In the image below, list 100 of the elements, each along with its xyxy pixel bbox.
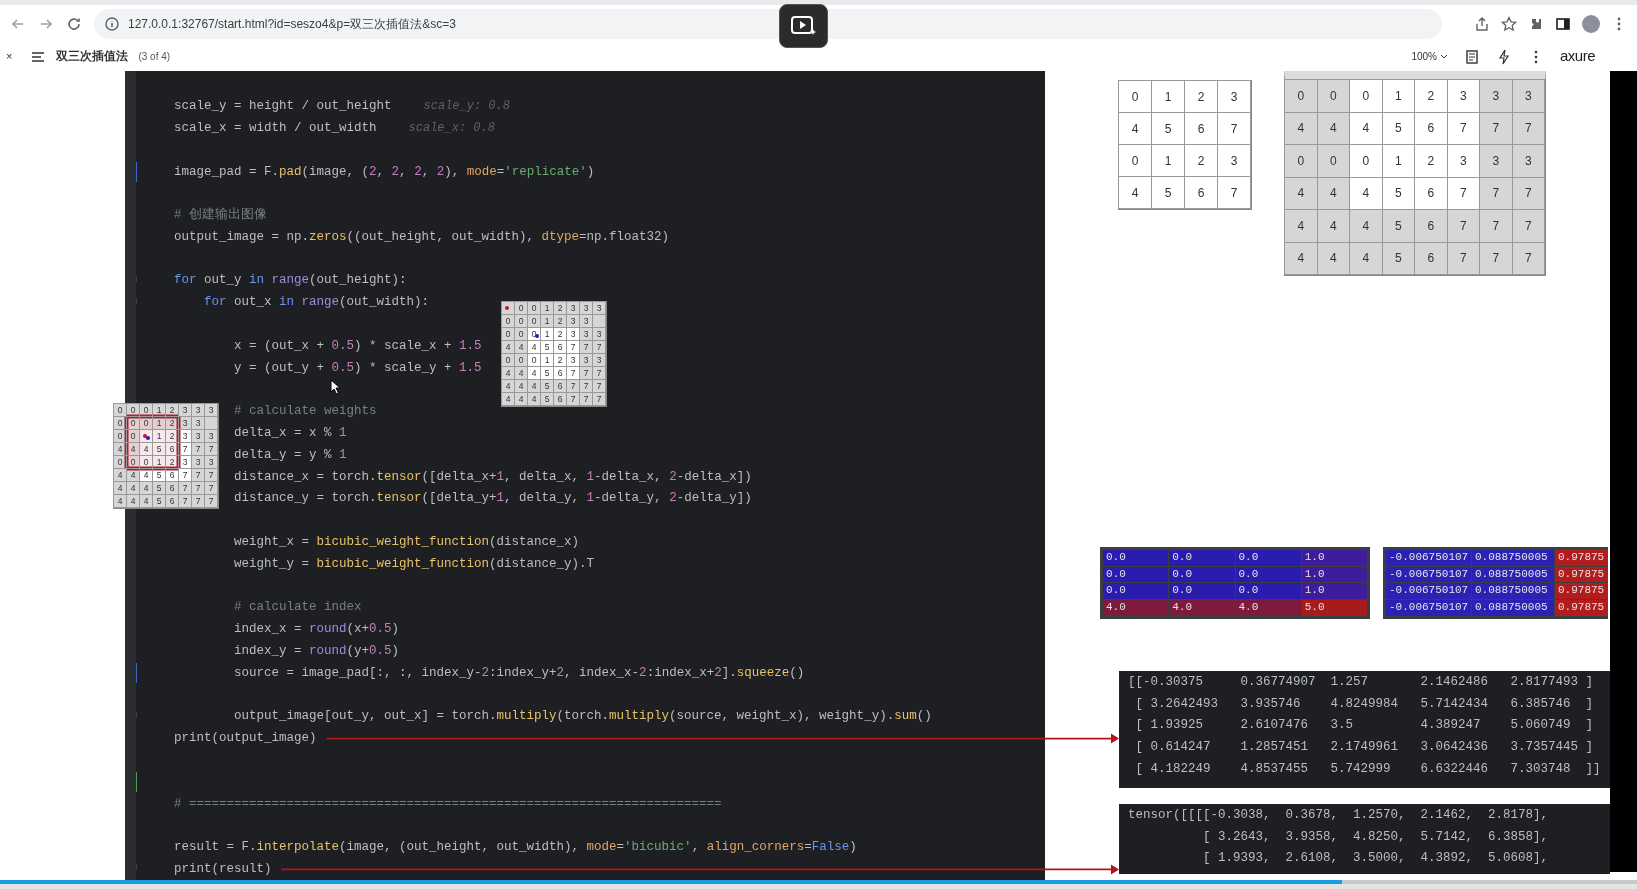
reload-icon[interactable] xyxy=(66,15,82,32)
grid-cell: 3 xyxy=(592,353,606,367)
grid-cell: 0 xyxy=(126,429,140,443)
grid-cell: 7 xyxy=(178,494,192,508)
grid-cell: 7 xyxy=(178,481,192,495)
code-line: # 创建输出图像 xyxy=(174,206,267,225)
table-cell: 0.088750005 xyxy=(1472,600,1554,616)
grid-cell: 7 xyxy=(1217,176,1251,209)
grid-cell: 0 xyxy=(514,327,528,341)
grid-cell: 4 xyxy=(1284,241,1318,275)
grid-cell: 0 xyxy=(139,416,153,430)
code-line: # calculate index xyxy=(234,599,362,617)
grid-cell: 4 xyxy=(514,366,528,380)
grid-cell: 6 xyxy=(165,442,179,456)
grid-cell: 4 xyxy=(501,379,515,393)
table-cell: -0.006750107 xyxy=(1386,583,1471,600)
notes-icon[interactable] xyxy=(1463,48,1480,65)
grid-cell: 3 xyxy=(191,403,205,417)
code-line: y = (out_y + 0.5) * scale_y + 1.5 xyxy=(234,359,482,377)
output-line: [ 4.182249 4.8537455 5.742999 6.6322446 7.303748 ]] xyxy=(1134,760,1601,778)
code-line: distance_y = torch.tensor([delta_y+1, delta_y, 1-delta_y, 2-delta_y]) xyxy=(234,490,752,508)
code-line: index_x = round(x+0.5) xyxy=(234,621,400,639)
grid-cell: 7 xyxy=(204,468,218,482)
table-cell: 0.0 xyxy=(1169,583,1235,600)
grid-cell: 5 xyxy=(152,442,166,456)
output-line: [ 3.2642493 3.935746 4.8249984 5.7142434 6.385746 ] xyxy=(1134,695,1595,713)
code-line: source = image_pad[:, :, index_y-2:index_y+2, index_x-2:index_x+2].squeeze() xyxy=(234,664,805,682)
table-cell: 1.0 xyxy=(1301,550,1367,566)
output-line: [ 3.2643, 3.9358, 4.8250, 5.7142, 6.3858], xyxy=(1202,828,1550,846)
page-count: (3 of 4) xyxy=(138,50,171,64)
grid-cell: 4 xyxy=(126,442,140,456)
grid-cell: 7 xyxy=(1479,241,1513,275)
grid-cell: 3 xyxy=(1511,79,1545,113)
code-line: output_image = np.zeros((out_height, out_width), dtype=np.float32) xyxy=(174,228,670,246)
code-line: for out_y in range(out_height): xyxy=(174,272,407,290)
grid-cell: 0 xyxy=(1284,79,1318,113)
page-title: 双三次插值法 xyxy=(56,48,129,64)
video-button[interactable] xyxy=(779,4,828,48)
grid-cell: 4 xyxy=(1349,241,1383,275)
table-cell: 0.0 xyxy=(1103,583,1169,600)
grid-cell: 4 xyxy=(527,379,541,393)
address-bar[interactable]: 127.0.0.1:32767/start.html?id=seszo4&p=双三次插值法&sc=3 xyxy=(94,8,1442,39)
grid-cell: 7 xyxy=(592,379,606,393)
grid-cell: 0 xyxy=(1284,144,1318,178)
grid-cell: 7 xyxy=(566,392,580,406)
grid-cell: 7 xyxy=(579,340,593,354)
grid-cell: 7 xyxy=(592,340,606,354)
grid-cell: 3 xyxy=(579,353,593,367)
grid-cell: 3 xyxy=(592,301,606,315)
grid-cell: 2 xyxy=(165,455,179,469)
grid-cell: 4 xyxy=(1284,209,1318,243)
close-button[interactable]: × xyxy=(6,48,13,65)
grid-cell: 4 xyxy=(139,481,153,495)
grid-cell: 7 xyxy=(204,442,218,456)
grid-cell: 4 xyxy=(126,494,140,508)
code-line: # ======================================================================= xyxy=(174,795,722,813)
grid-cell: 3 xyxy=(204,455,218,469)
grid-cell: 1 xyxy=(152,416,166,430)
grid-cell: 0 xyxy=(126,455,140,469)
grid-cell: 3 xyxy=(178,403,192,417)
info-icon[interactable] xyxy=(104,15,120,32)
code-line: print(result) xyxy=(174,861,272,878)
table-cell: 5.0 xyxy=(1301,600,1367,616)
table-cell: 0.088750005 xyxy=(1472,583,1554,600)
grid-cell: 6 xyxy=(165,494,179,508)
grid-cell: 4 xyxy=(139,494,153,508)
logo: axure xyxy=(1559,46,1595,67)
grid-cell: 3 xyxy=(579,314,593,328)
avatar[interactable] xyxy=(1582,14,1600,33)
grid-cell: 1 xyxy=(540,314,554,328)
grid-cell: 0 xyxy=(113,403,127,417)
grid-cell: 1 xyxy=(540,301,554,315)
grid-cell: 5 xyxy=(152,494,166,508)
star-icon[interactable] xyxy=(1501,15,1517,32)
grid-cell: 7 xyxy=(579,392,593,406)
sidebar-icon[interactable] xyxy=(1555,15,1571,32)
grid-cell: 5 xyxy=(540,392,554,406)
grid-cell: 0 xyxy=(527,301,541,315)
zoom-dropdown[interactable]: 100% xyxy=(1411,49,1448,64)
grid-cell: 4 xyxy=(501,366,515,380)
grid-cell: 3 xyxy=(579,301,593,315)
code-line: # calculate weights xyxy=(234,403,377,421)
grid-cell: 2 xyxy=(165,429,179,443)
grid-cell: 3 xyxy=(566,301,580,315)
grid-cell: 3 xyxy=(1217,80,1251,113)
table-cell: -0.006750107 xyxy=(1386,600,1471,616)
grid-cell: 0 xyxy=(139,455,153,469)
grid-cell: 4 xyxy=(113,442,127,456)
share-icon[interactable] xyxy=(1474,15,1490,32)
grid-cell: 7 xyxy=(191,494,205,508)
grid-cell: 0 xyxy=(501,327,515,341)
grid-cell: 5 xyxy=(152,481,166,495)
grid-cell: 2 xyxy=(553,301,567,315)
grid-cell: 7 xyxy=(566,379,580,393)
grid-cell: 7 xyxy=(1511,209,1545,243)
grid-cell: 2 xyxy=(553,314,567,328)
grid-cell: 7 xyxy=(1479,176,1513,210)
output-line: tensor([[[[-0.3038, 0.3678, 1.2570, 2.1462, 2.8178], xyxy=(1128,806,1550,824)
code-line: scale_y = height / out_height xyxy=(174,98,392,116)
grid-cell: 3 xyxy=(1511,144,1545,178)
